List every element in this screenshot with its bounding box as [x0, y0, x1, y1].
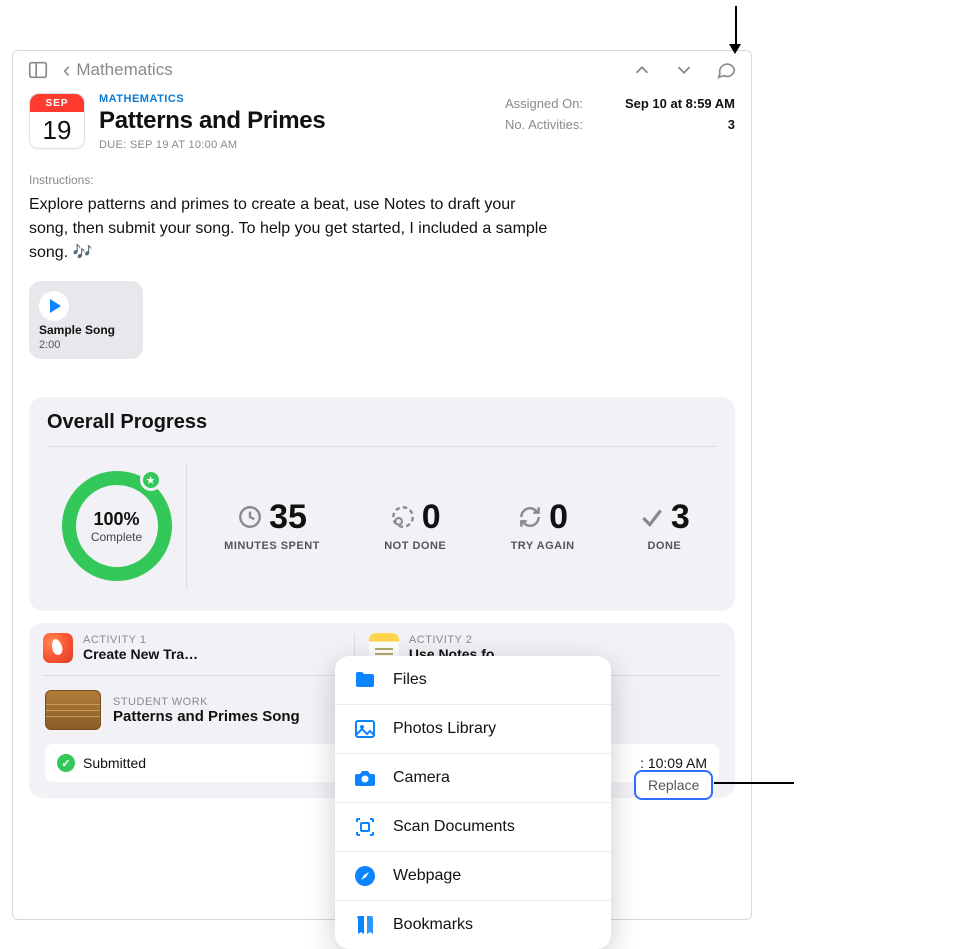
- attachment-card[interactable]: Sample Song 2:00: [29, 281, 143, 359]
- folder-icon: [353, 668, 377, 692]
- due-line: DUE: SEP 19 AT 10:00 AM: [99, 139, 491, 151]
- sidebar-toggle-icon[interactable]: [27, 59, 49, 81]
- attachment-source-menu: Files Photos Library Camera Scan Documen…: [335, 656, 611, 949]
- star-badge-icon: ★: [140, 469, 162, 491]
- submitted-check-icon: ✓: [57, 754, 75, 772]
- assignment-title: Patterns and Primes: [99, 107, 491, 135]
- instructions-body: Explore patterns and primes to create a …: [13, 191, 573, 275]
- photo-icon: [353, 717, 377, 741]
- overall-progress-card: Overall Progress 100% Complete ★ 35: [29, 397, 735, 611]
- play-icon[interactable]: [39, 291, 69, 321]
- submission-time: : 10:09 AM: [640, 755, 707, 771]
- stat-try-again: 0 TRY AGAIN: [511, 500, 575, 552]
- stat-done: 3 DONE: [639, 500, 690, 552]
- messages-icon[interactable]: [715, 59, 737, 81]
- activities-count-value: 3: [728, 117, 735, 132]
- overall-progress-title: Overall Progress: [47, 411, 717, 447]
- camera-icon: [353, 766, 377, 790]
- callout-line-replace: [714, 782, 794, 784]
- scan-icon: [353, 815, 377, 839]
- safari-icon: [353, 864, 377, 888]
- assignment-header: SEP 19 MATHEMATICS Patterns and Primes D…: [13, 93, 751, 159]
- subject-label: MATHEMATICS: [99, 93, 491, 105]
- assigned-on-value: Sep 10 at 8:59 AM: [625, 96, 735, 111]
- progress-caption: Complete: [91, 530, 142, 544]
- bookmark-icon: [353, 913, 377, 937]
- next-icon[interactable]: [673, 59, 695, 81]
- stat-minutes-spent: 35 MINUTES SPENT: [224, 500, 320, 552]
- meta-block: Assigned On: Sep 10 at 8:59 AM No. Activ…: [505, 93, 735, 135]
- activity-item[interactable]: ACTIVITY 1 Create New Tra…: [43, 633, 355, 663]
- attachment-name: Sample Song: [39, 323, 133, 337]
- toolbar: ‹ Mathematics: [13, 51, 751, 93]
- prev-icon[interactable]: [631, 59, 653, 81]
- garageband-icon: [43, 633, 73, 663]
- not-done-icon: [390, 504, 416, 530]
- assigned-on-label: Assigned On:: [505, 96, 583, 111]
- menu-item-scan[interactable]: Scan Documents: [335, 802, 611, 851]
- stats-row: 35 MINUTES SPENT 0 NOT DONE 0: [197, 500, 717, 552]
- instructions-label: Instructions:: [13, 159, 751, 191]
- calendar-date-icon: SEP 19: [29, 93, 85, 149]
- progress-percent: 100%: [93, 509, 139, 530]
- menu-item-webpage[interactable]: Webpage: [335, 851, 611, 900]
- calendar-month: SEP: [30, 94, 84, 112]
- chevron-left-icon: ‹: [63, 59, 70, 81]
- menu-item-bookmarks[interactable]: Bookmarks: [335, 900, 611, 949]
- refresh-icon: [517, 504, 543, 530]
- activities-count-label: No. Activities:: [505, 117, 583, 132]
- menu-item-files[interactable]: Files: [335, 656, 611, 704]
- attachment-duration: 2:00: [39, 339, 133, 351]
- back-label: Mathematics: [76, 60, 172, 80]
- work-thumbnail-icon: [45, 690, 101, 730]
- back-button[interactable]: ‹ Mathematics: [63, 59, 173, 81]
- stat-not-done: 0 NOT DONE: [384, 500, 446, 552]
- checkmark-icon: [639, 504, 665, 530]
- calendar-day: 19: [43, 112, 72, 143]
- callout-arrow-top: [729, 44, 741, 54]
- replace-button[interactable]: Replace: [634, 770, 713, 800]
- progress-ring: 100% Complete ★: [47, 463, 187, 589]
- menu-item-photos[interactable]: Photos Library: [335, 704, 611, 753]
- clock-icon: [237, 504, 263, 530]
- menu-item-camera[interactable]: Camera: [335, 753, 611, 802]
- submission-status: Submitted: [83, 755, 146, 771]
